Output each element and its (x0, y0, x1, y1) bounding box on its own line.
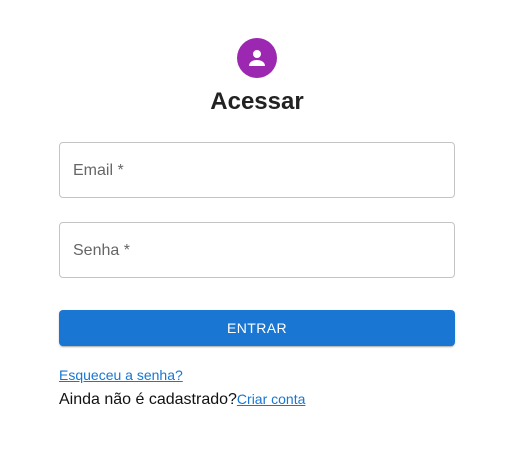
password-input[interactable] (60, 223, 454, 277)
signup-row: Ainda não é cadastrado?Criar conta (59, 389, 305, 410)
forgot-password-link[interactable]: Esqueceu a senha? (59, 367, 183, 384)
page-title: Acessar (210, 88, 304, 115)
email-field[interactable]: Email * (59, 142, 455, 198)
person-icon (249, 50, 265, 66)
avatar (237, 38, 277, 78)
signup-prompt: Ainda não é cadastrado? (59, 391, 237, 408)
password-field[interactable]: Senha * (59, 222, 455, 278)
create-account-link[interactable]: Criar conta (237, 391, 305, 407)
login-button[interactable]: ENTRAR (59, 310, 455, 346)
email-input[interactable] (60, 143, 454, 197)
